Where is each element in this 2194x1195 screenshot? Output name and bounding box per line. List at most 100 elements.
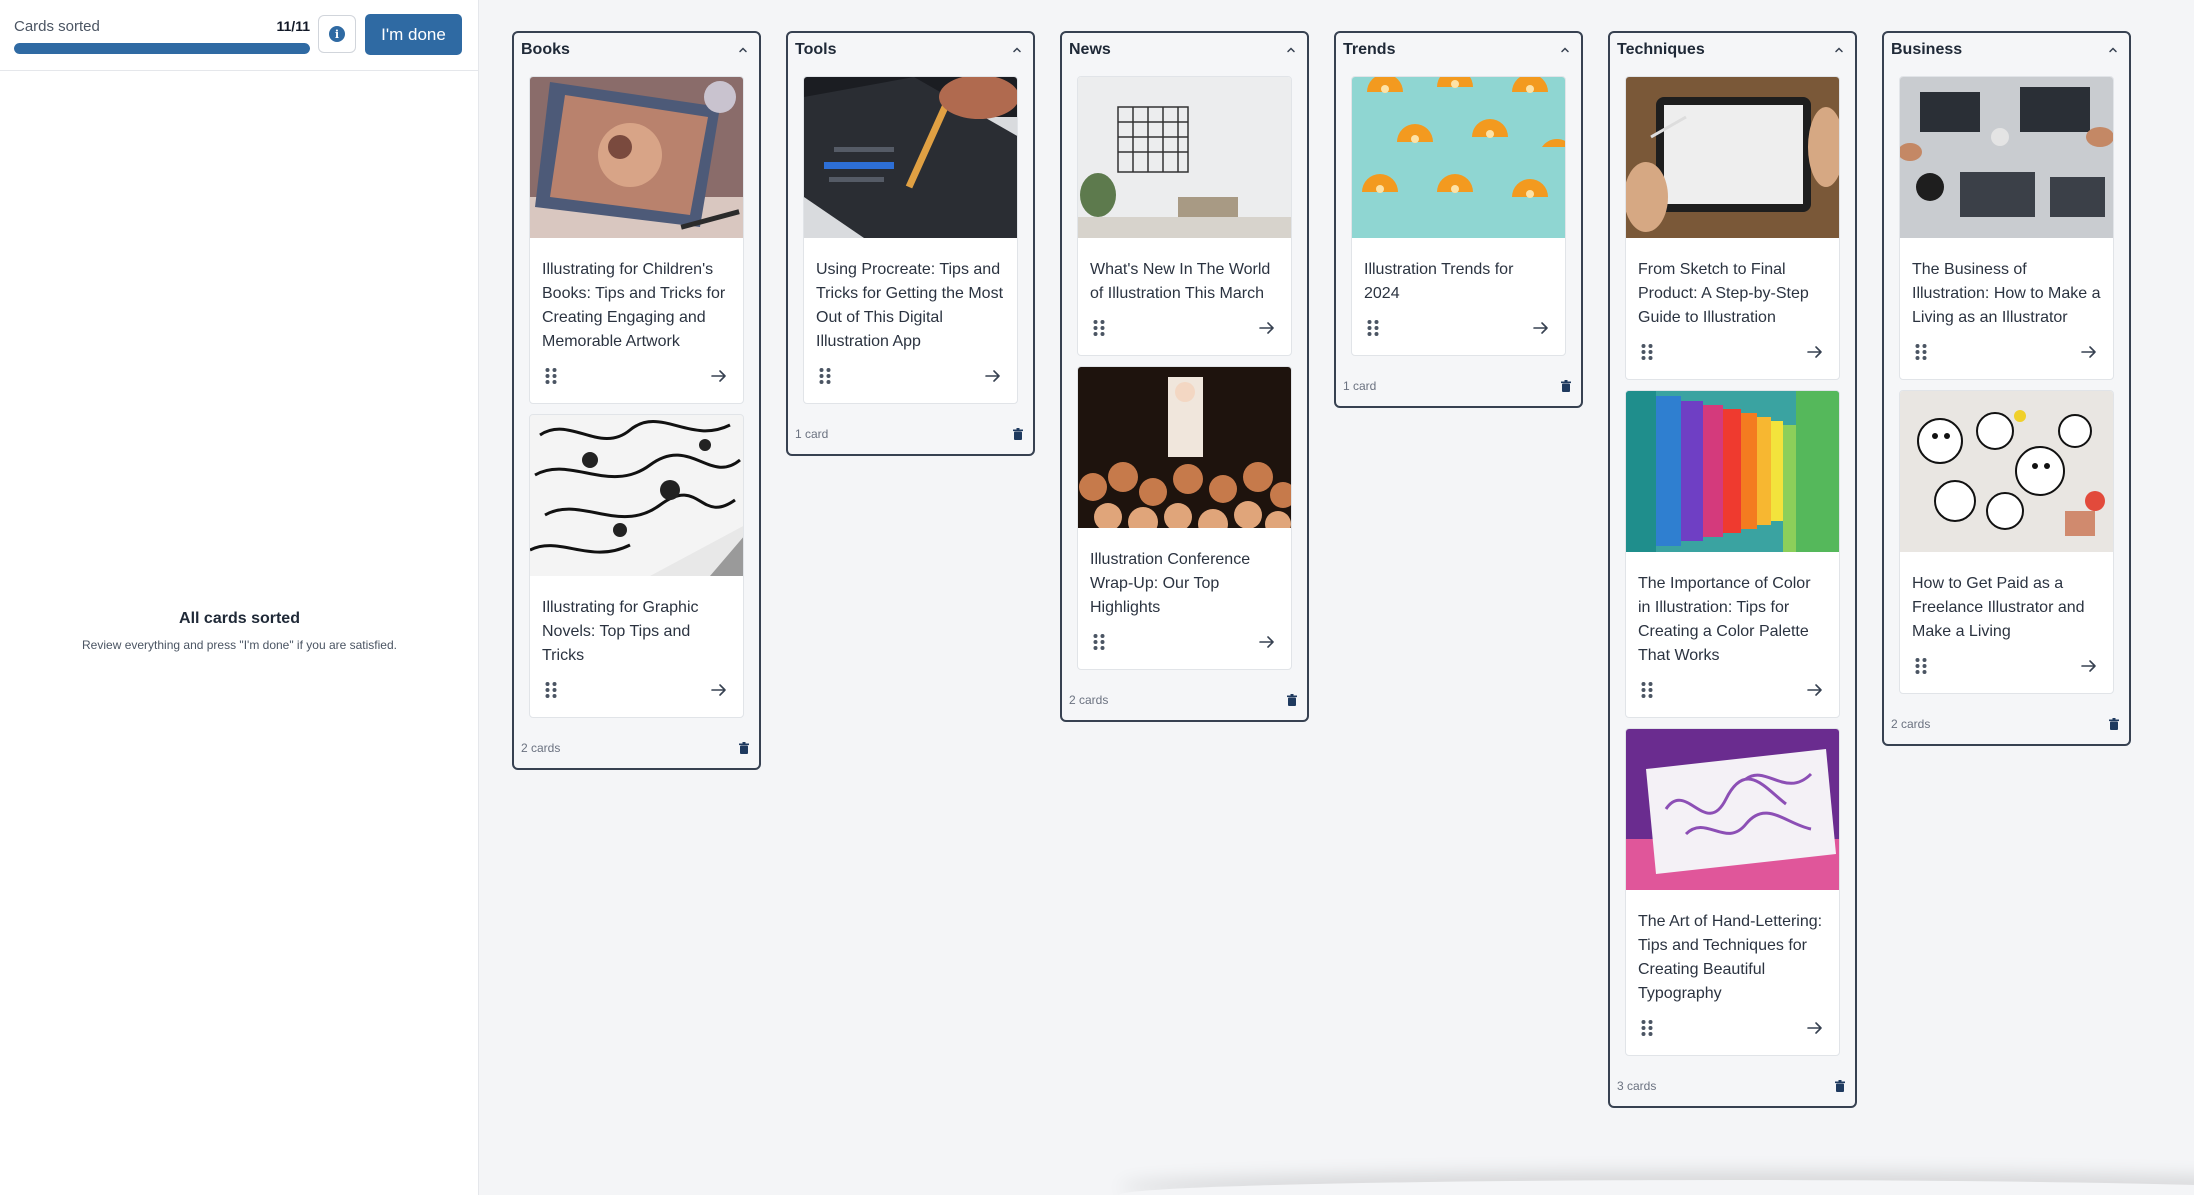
card-title: Illustration Conference Wrap-Up: Our Top… bbox=[1090, 551, 1251, 616]
arrow-right-icon[interactable] bbox=[709, 366, 729, 386]
trash-icon[interactable] bbox=[1561, 379, 1573, 393]
arrow-right-icon[interactable] bbox=[1531, 318, 1551, 338]
arrow-right-icon[interactable] bbox=[2079, 656, 2099, 676]
drag-handle-icon[interactable] bbox=[1366, 318, 1380, 338]
chevron-up-icon[interactable] bbox=[1557, 42, 1573, 58]
empty-state-subtitle: Review everything and press "I'm done" i… bbox=[82, 638, 397, 652]
drag-handle-icon[interactable] bbox=[818, 366, 832, 386]
card[interactable]: The Importance of Color in Illustration:… bbox=[1625, 390, 1840, 718]
category-board: Books Illustrating for Children's Books:… bbox=[479, 0, 2194, 1195]
drag-handle-icon[interactable] bbox=[1092, 318, 1106, 338]
rainbow-tunnel-photo bbox=[1626, 391, 1839, 552]
trash-icon[interactable] bbox=[2109, 717, 2121, 731]
column-footer: 2 cards bbox=[1062, 680, 1307, 720]
arrow-right-icon[interactable] bbox=[1257, 632, 1277, 652]
arrow-right-icon[interactable] bbox=[2079, 342, 2099, 362]
trash-icon[interactable] bbox=[1013, 427, 1025, 441]
column-title: Business bbox=[1891, 41, 1963, 58]
drag-handle-icon[interactable] bbox=[1092, 632, 1106, 652]
card-actions bbox=[1900, 330, 2113, 379]
card-actions bbox=[530, 354, 743, 403]
chevron-up-icon[interactable] bbox=[735, 42, 751, 58]
card[interactable]: Illustration Trends for 2024 bbox=[1351, 76, 1566, 356]
card-title: The Importance of Color in Illustration:… bbox=[1638, 575, 1811, 664]
card[interactable]: How to Get Paid as a Freelance Illustrat… bbox=[1899, 390, 2114, 694]
arrow-right-icon[interactable] bbox=[1805, 680, 1825, 700]
info-icon: i bbox=[329, 26, 345, 42]
info-button[interactable]: i bbox=[318, 15, 356, 53]
im-done-button[interactable]: I'm done bbox=[365, 14, 462, 55]
card-title: Illustration Trends for 2024 bbox=[1364, 261, 1514, 302]
column-header: Techniques bbox=[1610, 33, 1855, 67]
card[interactable]: Illustrating for Children's Books: Tips … bbox=[529, 76, 744, 404]
card-title: The Art of Hand-Lettering: Tips and Tech… bbox=[1638, 913, 1823, 1002]
card[interactable]: The Business of Illustration: How to Mak… bbox=[1899, 76, 2114, 380]
card-actions bbox=[1626, 1006, 1839, 1055]
column-title: Tools bbox=[795, 41, 837, 58]
card[interactable]: Illustration Conference Wrap-Up: Our Top… bbox=[1077, 366, 1292, 670]
trash-icon[interactable] bbox=[739, 741, 751, 755]
column-techniques: Techniques From Sketch to Final Product:… bbox=[1608, 31, 1857, 1108]
card-count: 1 card bbox=[795, 427, 829, 441]
arrow-right-icon[interactable] bbox=[983, 366, 1003, 386]
column-title: Trends bbox=[1343, 41, 1396, 58]
drag-handle-icon[interactable] bbox=[1640, 1018, 1654, 1038]
hand-lettering-card-photo bbox=[1626, 729, 1839, 890]
drawing-tablet-hands-photo bbox=[1626, 77, 1839, 238]
arrow-right-icon[interactable] bbox=[1257, 318, 1277, 338]
card-actions bbox=[1900, 644, 2113, 693]
arrow-right-icon[interactable] bbox=[1805, 342, 1825, 362]
column-header: News bbox=[1062, 33, 1307, 67]
card-count: 1 card bbox=[1343, 379, 1377, 393]
trash-icon[interactable] bbox=[1287, 693, 1299, 707]
card-title: Using Procreate: Tips and Tricks for Get… bbox=[816, 261, 1004, 350]
card-count: 2 cards bbox=[1069, 693, 1109, 707]
card-actions bbox=[1352, 306, 1565, 355]
card-actions bbox=[530, 668, 743, 717]
arrow-right-icon[interactable] bbox=[709, 680, 729, 700]
drag-handle-icon[interactable] bbox=[1640, 680, 1654, 700]
progress-bar-fill bbox=[14, 43, 310, 54]
arrow-right-icon[interactable] bbox=[1805, 1018, 1825, 1038]
team-desk-laptops-photo bbox=[1900, 77, 2113, 238]
chevron-up-icon[interactable] bbox=[1009, 42, 1025, 58]
column-header: Trends bbox=[1336, 33, 1581, 67]
card-actions bbox=[1078, 306, 1291, 355]
drag-handle-icon[interactable] bbox=[544, 680, 558, 700]
ink-comic-drawing-photo bbox=[530, 415, 743, 576]
card-actions bbox=[804, 354, 1017, 403]
column-footer: 2 cards bbox=[1884, 704, 2129, 744]
card[interactable]: What's New In The World of Illustration … bbox=[1077, 76, 1292, 356]
progress-count: 11/11 bbox=[276, 18, 311, 34]
drag-handle-icon[interactable] bbox=[1914, 342, 1928, 362]
card-title: How to Get Paid as a Freelance Illustrat… bbox=[1912, 575, 2085, 640]
chevron-up-icon[interactable] bbox=[1283, 42, 1299, 58]
orange-slices-pattern-photo bbox=[1352, 77, 1565, 238]
card-title: What's New In The World of Illustration … bbox=[1090, 261, 1271, 302]
card[interactable]: Using Procreate: Tips and Tricks for Get… bbox=[803, 76, 1018, 404]
conference-crowd-photo bbox=[1078, 367, 1291, 528]
board-bottom-shadow bbox=[1119, 1180, 2194, 1195]
card-title: From Sketch to Final Product: A Step-by-… bbox=[1638, 261, 1809, 326]
column-footer: 3 cards bbox=[1610, 1066, 1855, 1106]
column-footer: 1 card bbox=[788, 414, 1033, 454]
card[interactable]: Illustrating for Graphic Novels: Top Tip… bbox=[529, 414, 744, 718]
doodle-stickers-photo bbox=[1900, 391, 2113, 552]
column-tools: Tools Using Procreate: Tips and Tricks f… bbox=[786, 31, 1035, 456]
drag-handle-icon[interactable] bbox=[1640, 342, 1654, 362]
column-header: Tools bbox=[788, 33, 1033, 67]
card-actions bbox=[1078, 620, 1291, 669]
column-header: Books bbox=[514, 33, 759, 67]
card[interactable]: The Art of Hand-Lettering: Tips and Tech… bbox=[1625, 728, 1840, 1056]
card[interactable]: From Sketch to Final Product: A Step-by-… bbox=[1625, 76, 1840, 380]
chevron-up-icon[interactable] bbox=[1831, 42, 1847, 58]
drag-handle-icon[interactable] bbox=[544, 366, 558, 386]
card-actions bbox=[1626, 668, 1839, 717]
drag-handle-icon[interactable] bbox=[1914, 656, 1928, 676]
card-title: Illustrating for Children's Books: Tips … bbox=[542, 261, 726, 350]
trash-icon[interactable] bbox=[1835, 1079, 1847, 1093]
card-count: 2 cards bbox=[1891, 717, 1931, 731]
sketchbook-illustration-photo bbox=[530, 77, 743, 238]
chevron-up-icon[interactable] bbox=[2105, 42, 2121, 58]
column-header: Business bbox=[1884, 33, 2129, 67]
